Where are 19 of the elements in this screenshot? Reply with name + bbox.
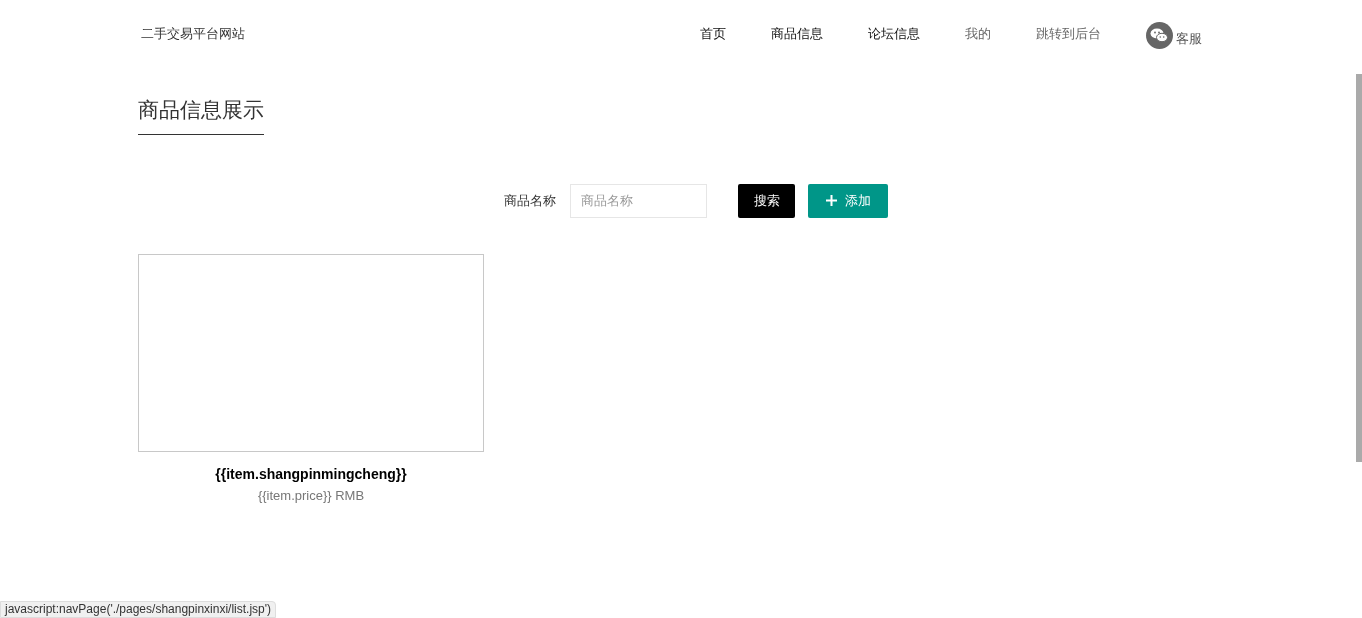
plus-icon (825, 195, 837, 206)
image-frame[interactable] (138, 253, 484, 452)
search-button[interactable]: 搜索 (738, 183, 795, 218)
page-heading: 商品信息展示 (138, 94, 264, 135)
status-bar-url: javascript:navPage('./pages/shangpinxinxi/list.jsp') (0, 601, 277, 618)
field-label: 商品名称 (504, 191, 556, 210)
nav-link[interactable]: 商品信息 (771, 24, 823, 44)
chat-icon[interactable] (1146, 21, 1173, 49)
product-price: {{item.price}} RMB (257, 486, 365, 505)
search-field[interactable]: 商品名称 (570, 183, 707, 218)
nav-link[interactable]: 论坛信息 (868, 24, 920, 44)
nav-link[interactable]: 我的 (965, 24, 991, 44)
site-title: 二手交易平台网站 (141, 25, 245, 44)
product-name[interactable]: {{item.shangpinmingcheng}} (215, 463, 407, 485)
nav-link[interactable]: 首页 (700, 24, 726, 44)
add-button[interactable]: 添加 (808, 183, 888, 218)
nav-link[interactable]: 跳转到后台 (1036, 24, 1101, 44)
service-link[interactable]: 客服 (1176, 29, 1202, 49)
scrollbar-thumb[interactable] (1356, 74, 1362, 462)
